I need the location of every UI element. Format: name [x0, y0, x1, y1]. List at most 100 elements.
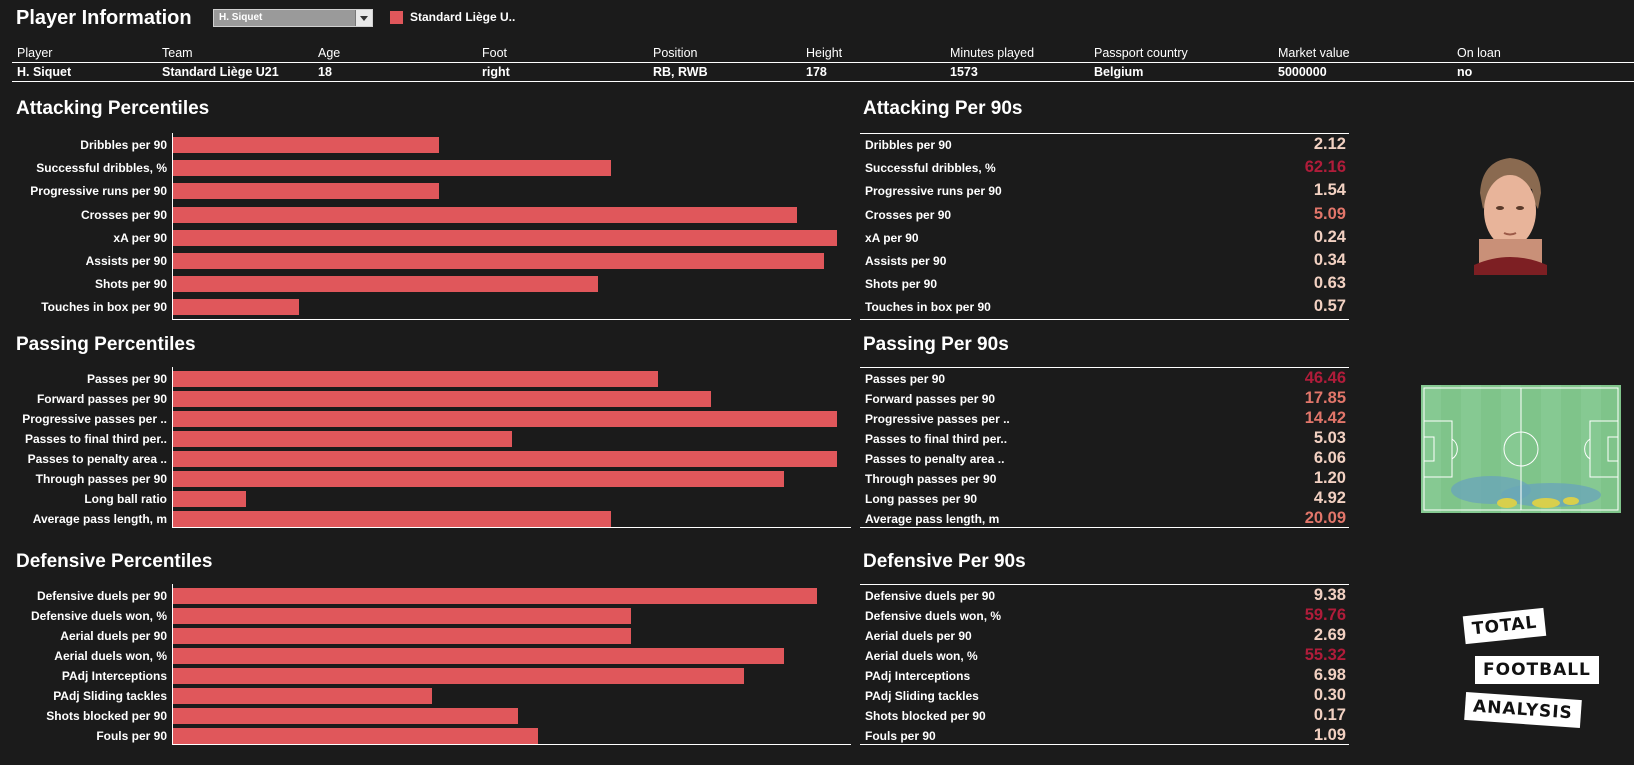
- table-row: H. Siquet Standard Liège U21 18 right RB…: [12, 63, 1634, 82]
- header-team: Team: [162, 46, 193, 60]
- passing-percentile-bar[interactable]: [173, 491, 246, 507]
- defensive-per90-value: 0.30: [1313, 686, 1346, 704]
- defensive-percentile-bar[interactable]: [173, 588, 817, 604]
- attacking-per90-value: 0.57: [1313, 297, 1346, 316]
- defensive-percentile-bar[interactable]: [173, 688, 432, 704]
- header-minutes: Minutes played: [950, 46, 1035, 60]
- attacking-per90-value: 0.34: [1313, 251, 1346, 269]
- attacking-percentiles-title: Attacking Percentiles: [16, 98, 210, 119]
- attacking-percentile-label: Assists per 90: [85, 254, 167, 268]
- passing-percentile-bar[interactable]: [173, 511, 611, 527]
- attacking-percentile-bar[interactable]: [173, 229, 837, 246]
- cell-foot: right: [482, 65, 510, 79]
- attacking-percentile-bar[interactable]: [173, 183, 439, 200]
- defensive-percentile-bar[interactable]: [173, 648, 784, 664]
- cell-age: 18: [318, 65, 332, 79]
- defensive-percentiles-title: Defensive Percentiles: [16, 551, 213, 572]
- header-on-loan: On loan: [1457, 46, 1501, 60]
- total-football-analysis-logo: TOTAL FOOTBALL ANALYSIS: [1460, 600, 1599, 734]
- passing-percentile-bar[interactable]: [173, 371, 658, 387]
- player-dropdown-value: H. Siquet: [219, 12, 263, 23]
- passing-percentile-bar[interactable]: [173, 471, 784, 487]
- defensive-percentile-bar[interactable]: [173, 708, 518, 724]
- header-age: Age: [318, 46, 341, 60]
- header-player: Player: [17, 46, 53, 60]
- attacking-per90-label: Successful dribbles, %: [865, 161, 996, 176]
- attacking-percentile-bar[interactable]: [173, 276, 598, 293]
- passing-percentile-bar[interactable]: [173, 391, 711, 407]
- defensive-percentile-bar[interactable]: [173, 668, 744, 684]
- passing-percentile-label: Long ball ratio: [84, 492, 167, 506]
- legend-swatch: [390, 10, 403, 24]
- cell-position: RB, RWB: [653, 65, 708, 79]
- passing-percentile-label: Passes to final third per..: [24, 432, 167, 446]
- attacking-percentile-bar[interactable]: [173, 206, 797, 223]
- defensive-percentile-label: Defensive duels won, %: [30, 609, 167, 623]
- attacking-percentile-label: Crosses per 90: [80, 207, 167, 222]
- defensive-percentile-bar[interactable]: [173, 608, 631, 624]
- logo-line-total: TOTAL: [1462, 607, 1547, 645]
- attacking-per90-bottom-rule: [860, 318, 1349, 320]
- defensive-percentile-label: Shots blocked per 90: [46, 709, 167, 723]
- attacking-per90-label: xA per 90: [865, 230, 919, 245]
- heatmap-pitch: [1421, 385, 1621, 513]
- logo-line-analysis: ANALYSIS: [1464, 691, 1582, 729]
- defensive-per90-top-rule: [860, 584, 1349, 585]
- defensive-percentile-bar[interactable]: [173, 728, 538, 744]
- attacking-per90-label: Touches in box per 90: [865, 300, 991, 315]
- header-height: Height: [806, 46, 843, 60]
- passing-per90-value: 1.20: [1313, 469, 1346, 487]
- defensive-per90-label: Defensive duels per 90: [865, 589, 996, 603]
- cell-height: 178: [806, 65, 827, 79]
- defensive-per90-value: 9.38: [1313, 586, 1346, 604]
- passing-percentile-label: Average pass length, m: [32, 512, 167, 526]
- defensive-percentile-bar[interactable]: [173, 628, 631, 644]
- player-photo: [1474, 153, 1547, 275]
- defensive-percentile-label: Aerial duels per 90: [60, 629, 167, 643]
- passing-per90-label: Through passes per 90: [865, 472, 997, 486]
- logo-line-football: FOOTBALL: [1475, 656, 1599, 684]
- defensive-per90-value: 0.17: [1313, 706, 1346, 724]
- defensive-percentile-label: Fouls per 90: [96, 729, 167, 743]
- info-header-row: Player Team Age Foot Position Height Min…: [12, 44, 1634, 63]
- attacking-per90-top-rule: [860, 133, 1349, 134]
- player-dropdown[interactable]: H. Siquet: [213, 9, 373, 27]
- attacking-percentile-bar[interactable]: [173, 299, 299, 316]
- passing-percentile-label: Progressive passes per ..: [22, 412, 167, 426]
- attacking-per90-title: Attacking Per 90s: [863, 98, 1023, 119]
- defensive-per90-value: 1.09: [1313, 726, 1346, 744]
- attacking-percentile-bar[interactable]: [173, 137, 439, 153]
- passing-per90-title: Passing Per 90s: [863, 334, 1009, 355]
- chevron-down-icon[interactable]: [355, 10, 372, 26]
- defensive-per90-label: PAdj Interceptions: [865, 669, 971, 683]
- defensive-per90-label: PAdj Sliding tackles: [865, 689, 979, 703]
- defensive-per90-label: Aerial duels per 90: [865, 629, 972, 643]
- passing-percentile-bar[interactable]: [173, 411, 837, 427]
- passing-percentile-bar[interactable]: [173, 431, 512, 447]
- defensive-per90-label: Aerial duels won, %: [865, 649, 978, 663]
- passing-per90-label: Passes per 90: [865, 372, 946, 386]
- cell-passport: Belgium: [1094, 65, 1144, 79]
- passing-per90-label: Average pass length, m: [865, 512, 1000, 526]
- defensive-per90-title: Defensive Per 90s: [863, 551, 1026, 572]
- defensive-per90-label: Fouls per 90: [865, 729, 936, 743]
- defensive-percentile-baseline: [172, 744, 851, 745]
- passing-per90-label: Passes to final third per..: [865, 432, 1008, 446]
- cell-minutes: 1573: [950, 65, 978, 79]
- attacking-per90-label: Shots per 90: [865, 277, 938, 292]
- attacking-percentile-bar[interactable]: [173, 253, 824, 269]
- defensive-per90-label: Shots blocked per 90: [865, 709, 986, 723]
- attacking-per90-value: 5.09: [1313, 204, 1346, 223]
- passing-per90-value: 20.09: [1304, 509, 1346, 527]
- defensive-per90-value: 55.32: [1304, 646, 1346, 664]
- passing-per90-label: Passes to penalty area ..: [865, 452, 1005, 466]
- defensive-percentile-label: Defensive duels per 90: [36, 589, 167, 603]
- passing-percentile-bar[interactable]: [173, 451, 837, 467]
- attacking-per90-label: Assists per 90: [865, 254, 947, 268]
- attacking-percentile-label: Touches in box per 90: [41, 300, 167, 315]
- passing-percentile-label: Passes to penalty area ..: [27, 452, 167, 466]
- passing-percentile-baseline: [172, 527, 851, 528]
- legend: Standard Liège U..: [390, 10, 515, 24]
- attacking-percentile-bar[interactable]: [173, 160, 611, 177]
- attacking-percentile-label: xA per 90: [113, 230, 167, 245]
